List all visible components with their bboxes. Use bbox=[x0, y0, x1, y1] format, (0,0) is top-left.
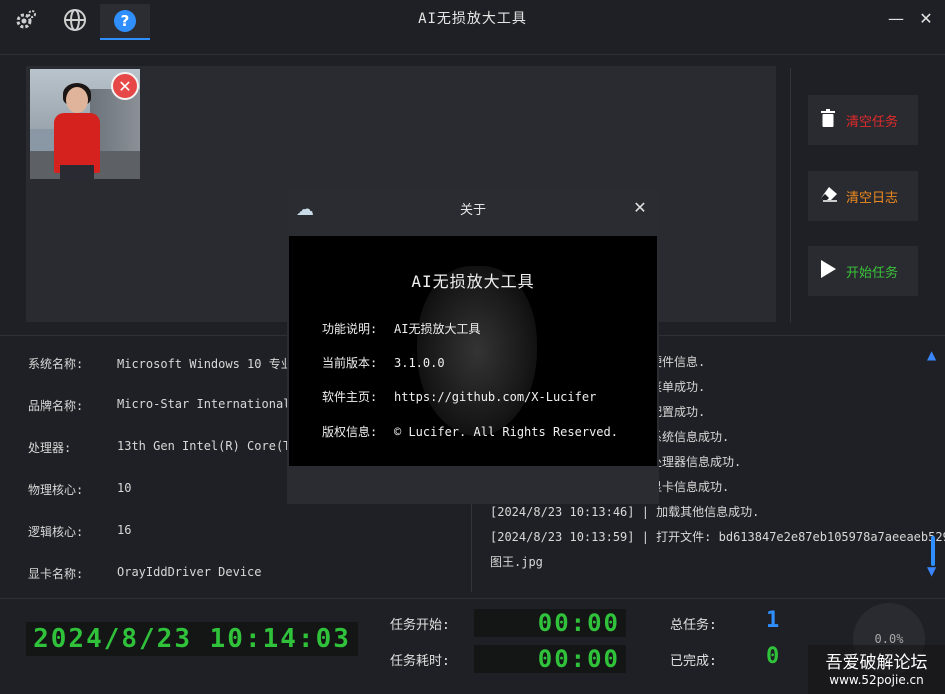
play-icon bbox=[820, 259, 840, 283]
about-row-version: 当前版本: 3.1.0.0 bbox=[322, 356, 445, 370]
homepage-link[interactable]: https://github.com/X-Lucifer bbox=[394, 390, 596, 404]
info-row-physical-cores: 物理核心: 10 bbox=[28, 481, 132, 497]
log-line: 处理器信息成功. bbox=[650, 455, 742, 469]
active-tab-indicator bbox=[100, 38, 150, 40]
close-button[interactable]: ✕ bbox=[914, 6, 938, 30]
info-row-os: 系统名称: Microsoft Windows 10 专业版 bbox=[28, 357, 292, 371]
clear-log-button[interactable]: 清空日志 bbox=[808, 171, 918, 221]
info-row-brand: 品牌名称: Micro-Star International Co. bbox=[28, 397, 292, 413]
task-elapsed-timer: 00:00 bbox=[474, 645, 626, 673]
about-row-description: 功能说明: AI无损放大工具 bbox=[322, 322, 481, 336]
about-app-name: AI无损放大工具 bbox=[411, 272, 535, 291]
about-row-homepage[interactable]: 软件主页: https://github.com/X-Lucifer bbox=[322, 388, 596, 405]
watermark: 吾爱破解论坛 www.52pojie.cn bbox=[808, 645, 945, 694]
log-line: [2024/8/23 10:13:59] | 打开文件: bd613847e2e… bbox=[490, 530, 945, 544]
start-task-label: 开始任务 bbox=[846, 265, 899, 281]
completed-count: 0 bbox=[766, 644, 780, 669]
watermark-url: www.52pojie.cn bbox=[829, 673, 924, 687]
scroll-down-icon[interactable]: ▼ bbox=[927, 564, 936, 578]
log-line: [2024/8/23 10:13:46] | 加载其他信息成功. bbox=[490, 505, 760, 519]
eraser-icon bbox=[820, 186, 840, 207]
remove-image-icon[interactable]: ✕ bbox=[111, 72, 139, 100]
divider bbox=[0, 598, 945, 599]
scrollbar-thumb[interactable] bbox=[931, 536, 935, 566]
info-row-cpu: 处理器: 13th Gen Intel(R) Core(TM) i5 bbox=[28, 439, 292, 455]
task-start-timer: 00:00 bbox=[474, 609, 626, 637]
log-line: 系统信息成功. bbox=[650, 430, 730, 444]
progress-percent: 0.0% bbox=[874, 632, 904, 646]
clear-log-label: 清空日志 bbox=[846, 190, 899, 206]
about-row-copyright: 版权信息: © Lucifer. All Rights Reserved. bbox=[322, 425, 618, 439]
task-elapsed-label: 任务耗时: bbox=[390, 654, 450, 669]
about-close-button[interactable]: ✕ bbox=[630, 198, 650, 218]
start-task-button[interactable]: 开始任务 bbox=[808, 246, 918, 296]
log-line: 图王.jpg bbox=[490, 555, 543, 569]
about-dialog-title: 关于 bbox=[459, 203, 486, 218]
clock-display: 2024/8/23 10:14:03 bbox=[26, 622, 358, 656]
log-line: 显卡信息成功. bbox=[650, 480, 730, 494]
minimize-button[interactable]: — bbox=[884, 6, 908, 30]
divider bbox=[790, 68, 791, 322]
task-start-label: 任务开始: bbox=[390, 618, 450, 633]
total-tasks-label: 总任务: bbox=[670, 618, 717, 633]
window-title: AI无损放大工具 bbox=[418, 11, 527, 27]
info-row-logical-cores: 逻辑核心: 16 bbox=[28, 523, 132, 539]
info-row-gpu: 显卡名称: OrayIddDriver Device bbox=[28, 565, 262, 581]
completed-label: 已完成: bbox=[670, 654, 717, 669]
scroll-up-icon[interactable]: ▲ bbox=[927, 348, 936, 362]
about-content: AI无损放大工具 功能说明: AI无损放大工具 当前版本: 3.1.0.0 软件主页… bbox=[289, 236, 657, 466]
total-tasks-count: 1 bbox=[766, 608, 780, 633]
watermark-title: 吾爱破解论坛 bbox=[825, 653, 928, 673]
clear-tasks-button[interactable]: 清空任务 bbox=[808, 95, 918, 145]
trash-icon bbox=[820, 108, 840, 132]
clear-tasks-label: 清空任务 bbox=[846, 114, 899, 130]
divider bbox=[0, 54, 945, 55]
